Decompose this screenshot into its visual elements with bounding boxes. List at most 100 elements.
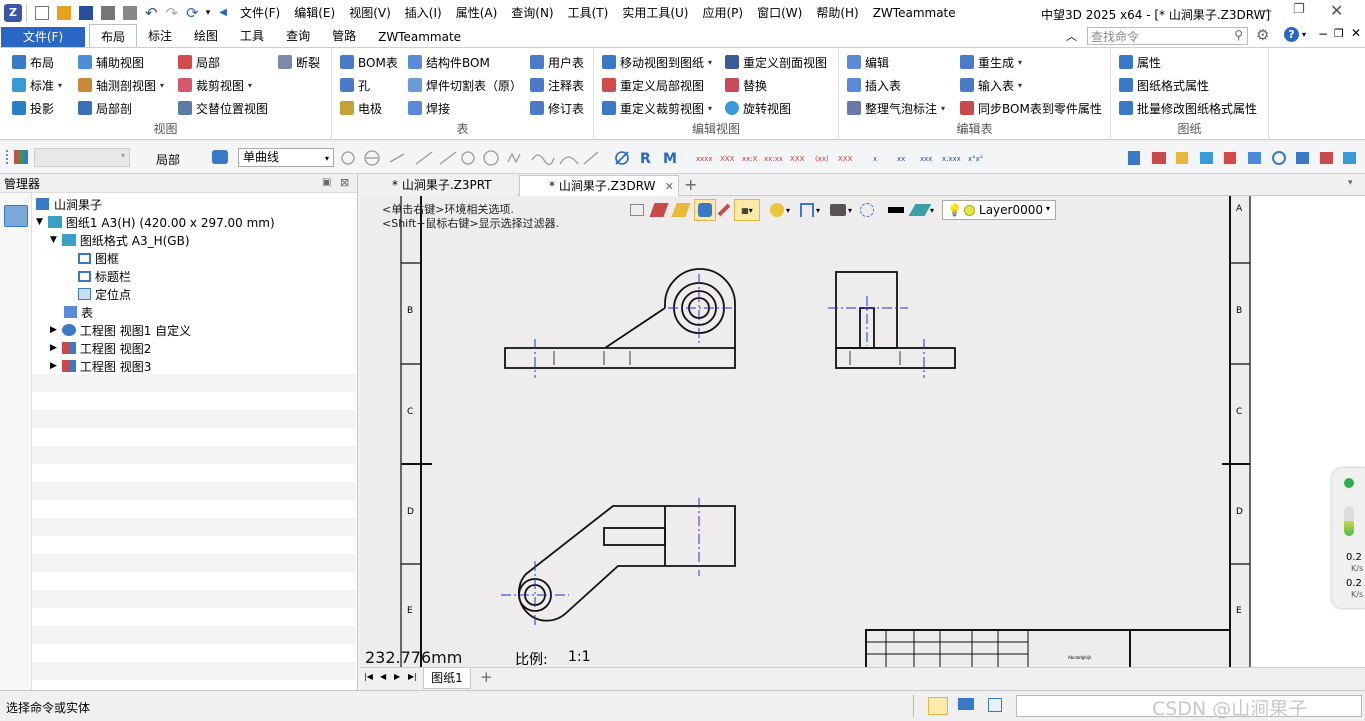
detail-view-button[interactable]: 局部 xyxy=(178,52,220,72)
prev-sheet-icon[interactable]: ◀ xyxy=(380,672,386,681)
doc-close-button[interactable]: ✕ xyxy=(1351,26,1361,40)
menu-window[interactable]: 窗口(W) xyxy=(750,4,809,21)
open-folder-icon[interactable] xyxy=(57,5,71,20)
help-icon[interactable]: ? xyxy=(1284,27,1299,42)
menu-attribute[interactable]: 属性(A) xyxy=(449,4,505,21)
redefine-crop-view-button[interactable]: 重定义裁剪视图 ▾ xyxy=(602,98,712,118)
menu-insert[interactable]: 插入(I) xyxy=(398,4,449,21)
layer-stack-icon[interactable] xyxy=(908,204,932,216)
curve-select[interactable]: 单曲线 ▾ xyxy=(238,148,334,167)
save-icon[interactable] xyxy=(79,5,93,20)
user-table-button[interactable]: 用户表 xyxy=(530,52,584,72)
projection-view-button[interactable]: 投影 xyxy=(12,98,54,118)
expand-arrow-icon[interactable]: ▶ xyxy=(50,325,57,335)
menu-file[interactable]: 文件(F) xyxy=(233,4,287,21)
display-mode-dropdown-icon[interactable]: ▾ xyxy=(786,206,790,215)
redo-icon[interactable]: ↷ xyxy=(166,4,179,22)
history-manager-icon[interactable] xyxy=(4,205,28,227)
weld-table-button[interactable]: 焊接 xyxy=(408,98,450,118)
tab-draw[interactable]: 绘图 xyxy=(183,24,229,47)
tree-row[interactable]: 山涧果子 xyxy=(32,195,356,213)
tree-row[interactable]: ▶ 工程图 视图2 xyxy=(32,339,356,357)
replace-button[interactable]: 替换 xyxy=(725,75,767,95)
dashed-circle-icon[interactable] xyxy=(860,203,875,217)
tab-layout[interactable]: 布局 xyxy=(89,24,138,48)
redefine-section-view-button[interactable]: 重定义剖面视图 xyxy=(725,52,827,72)
dimension-style-dropdown-icon[interactable]: ▾ xyxy=(816,206,820,215)
last-sheet-icon[interactable]: ▶| xyxy=(408,672,417,681)
menu-tools[interactable]: 工具(T) xyxy=(561,4,616,21)
standard-view-button[interactable]: 标准 ▾ xyxy=(12,75,62,95)
settings-gear-icon[interactable]: ⚙ xyxy=(1256,26,1269,44)
insert-table-button[interactable]: 插入表 xyxy=(847,75,901,95)
view-fit-icon[interactable] xyxy=(630,204,644,216)
annotation-table-button[interactable]: 注释表 xyxy=(530,75,584,95)
new-file-icon[interactable] xyxy=(35,5,49,20)
tab-drawing-document[interactable]: * 山涧果子.Z3DRW ✕ xyxy=(519,175,679,196)
grid-icon[interactable]: ▦▾ xyxy=(734,199,760,221)
list-view-icon[interactable] xyxy=(988,698,1002,712)
tab-part-document[interactable]: * 山涧果子.Z3PRT xyxy=(360,175,517,196)
line-weight-icon[interactable] xyxy=(888,207,905,213)
rotate-view-button[interactable]: 旋转视图 xyxy=(725,98,791,118)
tree-row[interactable]: 图框 xyxy=(32,249,356,267)
alternate-position-view-button[interactable]: 交替位置视图 xyxy=(178,98,268,118)
weldment-bom-button[interactable]: 结构件BOM xyxy=(408,52,490,72)
magic-wand-icon[interactable] xyxy=(717,203,731,217)
isometric-section-view-button[interactable]: 轴测剖视图 ▾ xyxy=(78,75,164,95)
collapse-arrow-icon[interactable]: ▼ xyxy=(36,217,43,227)
tab-piping[interactable]: 管路 xyxy=(321,24,367,47)
layer-stack-dropdown-icon[interactable]: ▾ xyxy=(930,206,934,215)
tab-annotate[interactable]: 标注 xyxy=(137,24,183,47)
tab-tools[interactable]: 工具 xyxy=(229,24,275,47)
weld-cut-table-button[interactable]: 焊件切割表（原） xyxy=(408,75,522,95)
bom-table-button[interactable]: BOM表 xyxy=(340,52,398,72)
filter-icon[interactable] xyxy=(14,150,28,164)
hole-table-button[interactable]: 孔 xyxy=(340,75,370,95)
menu-query[interactable]: 查询(N) xyxy=(504,4,560,21)
electrode-table-button[interactable]: 电极 xyxy=(340,98,382,118)
local-section-button[interactable]: 局部剖 xyxy=(78,98,132,118)
dimension-style-icon[interactable] xyxy=(800,203,815,217)
next-sheet-icon[interactable]: ▶ xyxy=(394,672,400,681)
render-mode-icon[interactable] xyxy=(694,199,716,221)
menu-help[interactable]: 帮助(H) xyxy=(809,4,865,21)
file-menu-button[interactable]: 文件(F) xyxy=(1,27,85,47)
add-tab-icon[interactable]: + xyxy=(684,175,697,194)
undo-icon[interactable]: ↶ xyxy=(145,4,158,22)
crop-view-button[interactable]: 裁剪视图 ▾ xyxy=(178,75,252,95)
tree-row[interactable]: 表 xyxy=(32,303,356,321)
menu-view[interactable]: 视图(V) xyxy=(342,4,398,21)
tab-zwteammate[interactable]: ZWTeammate xyxy=(367,27,472,47)
snap-toolbar[interactable]: R M xxxx XXX xx:X xx:xx XXX (xx) XXX x xx xxx x.x… xyxy=(340,148,1365,168)
arrange-balloons-button[interactable]: 整理气泡标注 ▾ xyxy=(847,98,945,118)
tree-row[interactable]: 定位点 xyxy=(32,285,356,303)
tree-row[interactable]: 标题栏 xyxy=(32,267,356,285)
move-view-to-sheet-button[interactable]: 移动视图到图纸 ▾ xyxy=(602,52,712,72)
back-arrow-icon[interactable]: ◀ xyxy=(219,7,227,18)
collapse-arrow-icon[interactable]: ▼ xyxy=(50,235,57,245)
broom-icon[interactable] xyxy=(671,203,691,217)
regenerate-button[interactable]: 重生成 ▾ xyxy=(960,52,1022,72)
refresh-icon[interactable]: ⟳ xyxy=(186,4,199,22)
tree-row[interactable]: ▼ 图纸格式 A3_H(GB) xyxy=(32,231,356,249)
manager-close-icon[interactable]: ⊠ xyxy=(340,176,349,189)
layout-button[interactable]: 布局 xyxy=(12,52,54,72)
sheet-tab[interactable]: 图纸1 xyxy=(423,668,471,689)
local-label[interactable]: 局部 xyxy=(156,151,180,168)
tab-close-icon[interactable]: ✕ xyxy=(665,176,674,197)
menu-edit[interactable]: 编辑(E) xyxy=(287,4,342,21)
display-mode-icon[interactable] xyxy=(770,203,784,217)
print-preview-icon[interactable] xyxy=(123,5,137,20)
sheet-format-properties-button[interactable]: 图纸格式属性 xyxy=(1119,75,1209,95)
close-button[interactable]: ✕ xyxy=(1330,1,1343,20)
paint-brush-icon[interactable] xyxy=(649,203,669,217)
drawing-canvas[interactable]: A B B C C D D E E Abcdefghijk <单击右键>环境相关… xyxy=(360,196,1365,667)
menu-zwteammate[interactable]: ZWTeammate xyxy=(866,6,963,20)
revision-table-button[interactable]: 修订表 xyxy=(530,98,584,118)
tree-row[interactable]: ▶ 工程图 视图3 xyxy=(32,357,356,375)
tab-list-icon[interactable]: ▾ xyxy=(1348,178,1353,188)
tree-row[interactable]: ▶ 工程图 视图1 自定义 xyxy=(32,321,356,339)
command-search-input[interactable]: 查找命令 ⚲ xyxy=(1087,27,1248,45)
auxiliary-view-button[interactable]: 辅助视图 xyxy=(78,52,144,72)
